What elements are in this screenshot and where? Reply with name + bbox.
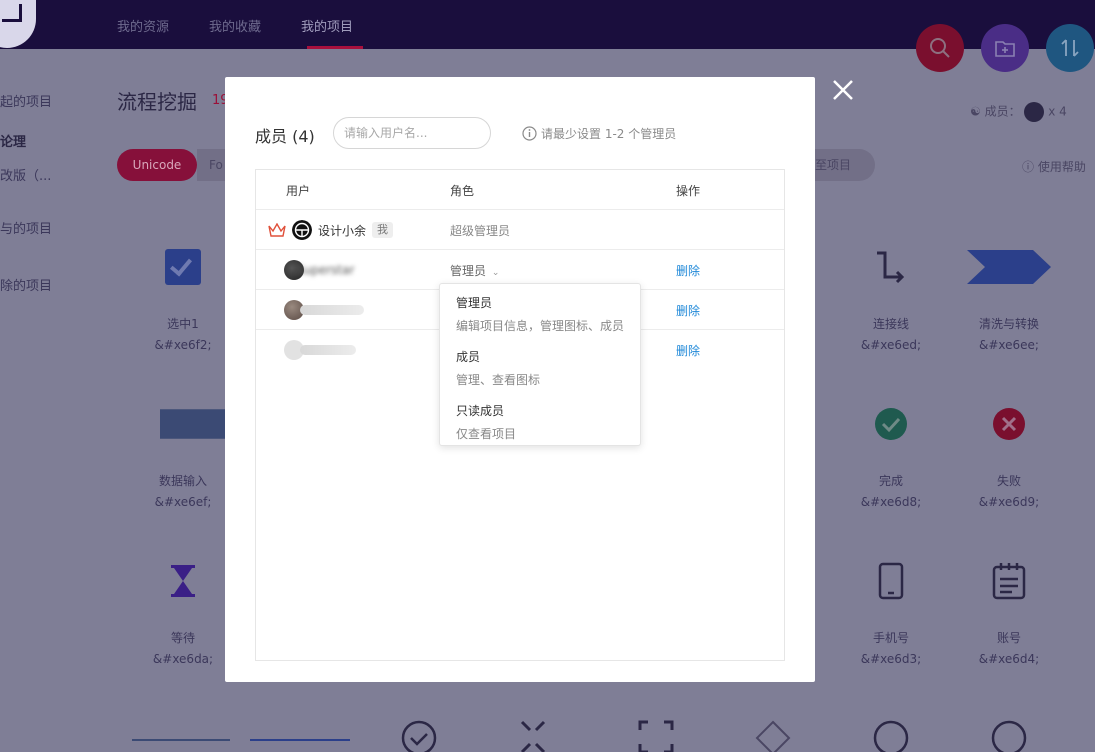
sort-arrows-icon (1061, 39, 1079, 57)
sidebar-item-deleted[interactable]: 除的项目 (0, 275, 52, 294)
notepad-icon (950, 559, 1068, 603)
username-search-input[interactable] (333, 117, 491, 149)
delete-member-button[interactable]: 删除 (676, 302, 700, 319)
icon-code: &#xe6ee; (979, 338, 1039, 352)
sidebar-item-current[interactable]: 论理 (0, 131, 26, 150)
icon-card[interactable]: 清洗与转换 &#xe6ee; (950, 245, 1068, 352)
go-project-button[interactable]: 至项目 (815, 149, 875, 181)
icon-card[interactable]: 账号 &#xe6d4; (950, 559, 1068, 666)
icon-card[interactable]: 手机号 &#xe6d3; (832, 559, 950, 666)
check-circle-icon (832, 402, 950, 446)
icon-name: 账号 (996, 631, 1021, 645)
tab-unicode[interactable]: Unicode (117, 149, 197, 181)
members-avatar (1024, 102, 1045, 122)
member-name-redacted (300, 305, 364, 315)
role-option-title: 只读成员 (456, 404, 505, 418)
search-icon (930, 38, 950, 58)
sidebar-item-redesign[interactable]: 改版（... (0, 165, 51, 184)
close-modal-button[interactable] (831, 78, 855, 102)
role-option-desc: 仅查看项目 (456, 427, 517, 441)
help-label: 使用帮助 (1037, 160, 1086, 174)
member-name-redacted (300, 345, 356, 355)
members-icon: ☯ (970, 104, 981, 119)
nav-active-indicator (307, 46, 363, 49)
close-icon (833, 80, 853, 100)
logo-mark (2, 4, 22, 22)
chevron-down-icon: ⌄ (491, 268, 500, 278)
column-header-action: 操作 (676, 184, 701, 198)
icon-code: &#xe6d8; (860, 495, 922, 509)
close-circle-icon (950, 402, 1068, 446)
mobile-phone-icon (832, 559, 950, 603)
icon-card[interactable]: 完成 &#xe6d8; (832, 402, 950, 509)
add-folder-button[interactable] (981, 24, 1029, 72)
project-title: 流程挖掘 (117, 90, 197, 114)
icon-code: &#xe6ed; (860, 338, 922, 352)
role-option-readonly[interactable]: 只读成员 仅查看项目 (456, 402, 516, 442)
logo[interactable] (0, 0, 36, 48)
icon-name: 失败 (996, 474, 1021, 488)
icon-name: 完成 (878, 474, 903, 488)
delete-member-button[interactable]: 删除 (676, 342, 700, 359)
icon-code: &#xe6d9; (978, 495, 1040, 509)
role-option-title: 管理员 (456, 296, 493, 310)
me-badge: 我 (372, 222, 394, 238)
role-select-value: 管理员 (450, 264, 487, 278)
admin-tip-text: 请最少设置 1-2 个管理员 (541, 127, 677, 141)
column-header-role: 角色 (450, 184, 475, 198)
members-count: x 4 (1048, 104, 1067, 119)
bottom-icon-row (132, 720, 1027, 752)
folder-add-icon (995, 41, 1015, 57)
member-name: 设计小余 (318, 223, 367, 238)
members-label: 成员： (984, 104, 1021, 119)
icon-card[interactable]: 连接线 &#xe6ed; (832, 245, 950, 352)
icon-name: 手机号 (872, 631, 909, 645)
role-dropdown: 管理员 编辑项目信息，管理图标、成员 成员 管理、查看图标 只读成员 仅查看项目 (439, 283, 641, 446)
connector-icon (832, 245, 950, 289)
nav-my-favorites[interactable]: 我的收藏 (209, 16, 261, 35)
crown-icon (268, 223, 286, 237)
column-header-user: 用户 (286, 184, 311, 198)
avatar (292, 220, 312, 240)
member-name: Superstar (296, 263, 355, 277)
table-row: 设计小余 我 超级管理员 (256, 209, 784, 249)
icon-code: &#xe6d4; (978, 652, 1040, 666)
role-option-admin[interactable]: 管理员 编辑项目信息，管理图标、成员 (456, 294, 624, 334)
icon-name: 连接线 (872, 317, 909, 331)
nav-my-projects[interactable]: 我的项目 (301, 16, 353, 35)
sort-button[interactable] (1046, 24, 1094, 72)
sidebar-item-created[interactable]: 起的项目 (0, 91, 52, 110)
role-option-desc: 管理、查看图标 (456, 373, 541, 387)
chevron-step-icon (950, 245, 1068, 289)
modal-title: 成员 (4) (255, 127, 315, 146)
role-select[interactable]: 管理员 ⌄ (450, 262, 499, 279)
search-button[interactable] (916, 24, 964, 72)
member-cell: Superstar (284, 260, 354, 280)
admin-tip: 请最少设置 1-2 个管理员 (522, 125, 676, 142)
icon-code: &#xe6d3; (860, 652, 922, 666)
sidebar-item-joined[interactable]: 与的项目 (0, 218, 52, 237)
delete-member-button[interactable]: 删除 (676, 262, 700, 279)
tab-font-class[interactable]: Fo (197, 149, 225, 181)
role-option-desc: 编辑项目信息，管理图标、成员 (456, 319, 625, 333)
members-summary[interactable]: ☯ 成员： x 4 (970, 102, 1067, 122)
nav-my-resources[interactable]: 我的资源 (117, 16, 169, 35)
member-cell (284, 300, 370, 320)
role-option-title: 成员 (456, 350, 481, 364)
member-role: 超级管理员 (450, 224, 511, 238)
role-option-member[interactable]: 成员 管理、查看图标 (456, 348, 540, 388)
icon-name: 清洗与转换 (978, 317, 1039, 331)
icon-card[interactable]: 失败 &#xe6d9; (950, 402, 1068, 509)
help-link[interactable]: ⓘ 使用帮助 (1022, 158, 1086, 175)
help-icon: ⓘ (1022, 160, 1035, 174)
member-cell (284, 340, 362, 360)
info-icon (522, 126, 537, 141)
member-cell: 设计小余 我 (268, 220, 394, 240)
